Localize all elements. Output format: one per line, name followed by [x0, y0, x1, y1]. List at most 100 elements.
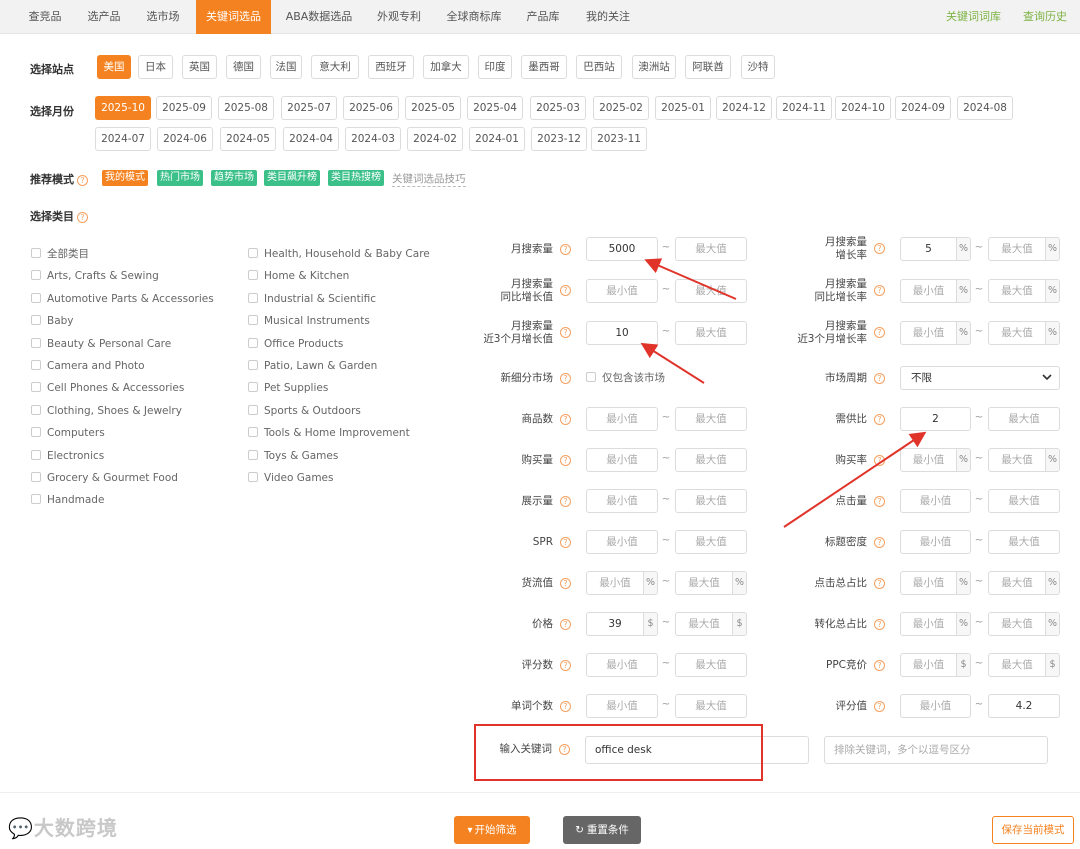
category-item[interactable]: Automotive Parts & Accessories	[31, 292, 214, 306]
mode-tag-rising[interactable]: 类目飙升榜	[264, 170, 320, 186]
category-item[interactable]: Clothing, Shoes & Jewelry	[31, 404, 182, 418]
category-item[interactable]: Cell Phones & Accessories	[31, 381, 184, 395]
help-icon[interactable]: ?	[874, 372, 885, 384]
start-filter-button[interactable]: ▾ 开始筛选	[454, 816, 530, 844]
category-item[interactable]: Electronics	[31, 449, 104, 463]
filter-conversion_share-min[interactable]: 最小值%	[900, 612, 971, 636]
category-item[interactable]: Baby	[31, 314, 74, 328]
filter-conversion_share-max[interactable]: 最大值%	[988, 612, 1060, 636]
help-icon[interactable]: ?	[874, 285, 885, 296]
filter-monthly_growth-max[interactable]: 最大值%	[988, 237, 1060, 261]
market-cycle-select[interactable]: 不限	[900, 366, 1060, 390]
help-icon[interactable]: ?	[874, 536, 885, 548]
filter-word_count-min[interactable]: 最小值	[586, 694, 658, 718]
checkbox[interactable]	[248, 449, 258, 460]
category-item[interactable]: 全部类目	[31, 247, 89, 261]
filter-recent3_growth-min[interactable]: 10	[586, 321, 658, 345]
category-item[interactable]: Home & Kitchen	[248, 269, 349, 283]
query-history-link[interactable]: 查询历史	[1023, 0, 1067, 34]
filter-impressions-max[interactable]: 最大值	[675, 489, 747, 513]
filter-supply_demand-min[interactable]: 2	[900, 407, 971, 431]
month-option[interactable]: 2024-05	[220, 127, 276, 151]
filter-reviews-max[interactable]: 最大值	[675, 653, 747, 677]
checkbox[interactable]	[248, 292, 258, 303]
category-item[interactable]: Tools & Home Improvement	[248, 426, 410, 440]
filter-ppc-min[interactable]: 最小值 $	[900, 653, 971, 677]
help-icon[interactable]: ?	[874, 659, 885, 671]
site-option[interactable]: 印度	[478, 55, 512, 79]
category-item[interactable]: Patio, Lawn & Garden	[248, 359, 377, 373]
site-option[interactable]: 意大利	[311, 55, 359, 79]
filter-clicks-max[interactable]: 最大值	[988, 489, 1060, 513]
help-icon[interactable]: ?	[560, 495, 571, 507]
help-icon[interactable]: ?	[874, 618, 885, 630]
filter-monthly_search-max[interactable]: 最大值	[675, 237, 747, 261]
month-option[interactable]: 2024-12	[716, 96, 772, 120]
checkbox[interactable]	[31, 382, 41, 393]
checkbox[interactable]	[248, 337, 258, 348]
site-option[interactable]: 英国	[182, 55, 217, 79]
month-option[interactable]: 2025-03	[530, 96, 586, 120]
category-item[interactable]: Toys & Games	[248, 449, 338, 463]
help-icon[interactable]: ?	[560, 285, 571, 296]
mode-tag-mine[interactable]: 我的模式	[102, 170, 148, 186]
help-icon[interactable]: ?	[560, 327, 571, 338]
filter-recent3_growth_rate-min[interactable]: 最小值%	[900, 321, 971, 345]
help-icon[interactable]: ?	[560, 413, 571, 425]
nav-tab-product[interactable]: 选产品	[77, 0, 131, 34]
filter-monthly_growth-min[interactable]: 5%	[900, 237, 971, 261]
filter-rating-max[interactable]: 4.2	[988, 694, 1060, 718]
site-option[interactable]: 墨西哥	[521, 55, 567, 79]
category-item[interactable]: Pet Supplies	[248, 381, 328, 395]
category-item[interactable]: Video Games	[248, 471, 334, 485]
category-item[interactable]: Arts, Crafts & Sewing	[31, 269, 159, 283]
filter-reviews-min[interactable]: 最小值	[586, 653, 658, 677]
help-icon[interactable]: ?	[874, 495, 885, 507]
help-icon[interactable]: ?	[874, 243, 885, 254]
site-option[interactable]: 美国	[97, 55, 131, 79]
month-option[interactable]: 2024-09	[895, 96, 951, 120]
category-item[interactable]: Office Products	[248, 337, 343, 351]
month-option[interactable]: 2024-03	[345, 127, 401, 151]
category-item[interactable]: Computers	[31, 426, 105, 440]
help-icon[interactable]: ?	[77, 211, 88, 223]
nav-tab-product-lib[interactable]: 产品库	[518, 0, 568, 34]
site-option[interactable]: 日本	[138, 55, 173, 79]
filter-supply_demand-max[interactable]: 最大值	[988, 407, 1060, 431]
checkbox[interactable]	[31, 427, 41, 438]
category-item[interactable]: Grocery & Gourmet Food	[31, 471, 178, 485]
filter-spr-min[interactable]: 最小值	[586, 530, 658, 554]
nav-tab-trademark[interactable]: 全球商标库	[438, 0, 510, 34]
month-option[interactable]: 2025-06	[343, 96, 399, 120]
mode-tag-trend[interactable]: 趋势市场	[211, 170, 257, 186]
month-option[interactable]: 2024-11	[776, 96, 832, 120]
category-item[interactable]: Handmade	[31, 493, 104, 507]
help-icon[interactable]: ?	[874, 327, 885, 338]
month-option[interactable]: 2024-01	[469, 127, 525, 151]
month-option[interactable]: 2025-05	[405, 96, 461, 120]
checkbox[interactable]	[31, 337, 41, 348]
mode-tag-hot-search[interactable]: 类目热搜榜	[328, 170, 384, 186]
site-option[interactable]: 澳洲站	[632, 55, 676, 79]
nav-tab-market[interactable]: 选市场	[136, 0, 190, 34]
month-option[interactable]: 2024-02	[407, 127, 463, 151]
nav-tab-competitor[interactable]: 查竞品	[18, 0, 72, 34]
filter-yoy_growth-min[interactable]: 最小值	[586, 279, 658, 303]
filter-click_share-min[interactable]: 最小值%	[900, 571, 971, 595]
checkbox[interactable]	[248, 427, 258, 438]
help-icon[interactable]: ?	[874, 413, 885, 425]
filter-products-min[interactable]: 最小值	[586, 407, 658, 431]
site-option[interactable]: 加拿大	[423, 55, 469, 79]
checkbox[interactable]	[31, 292, 41, 303]
nav-tab-patent[interactable]: 外观专利	[368, 0, 430, 34]
help-icon[interactable]: ?	[560, 577, 571, 589]
category-item[interactable]: Industrial & Scientific	[248, 292, 376, 306]
help-icon[interactable]: ?	[874, 700, 885, 712]
checkbox[interactable]	[31, 248, 41, 258]
month-option[interactable]: 2025-01	[655, 96, 711, 120]
help-icon[interactable]: ?	[560, 700, 571, 712]
keyword-library-link[interactable]: 关键词词库	[946, 0, 1001, 34]
month-option[interactable]: 2023-11	[591, 127, 647, 151]
filter-yoy_growth-max[interactable]: 最大值	[675, 279, 747, 303]
filter-purchases-min[interactable]: 最小值	[586, 448, 658, 472]
